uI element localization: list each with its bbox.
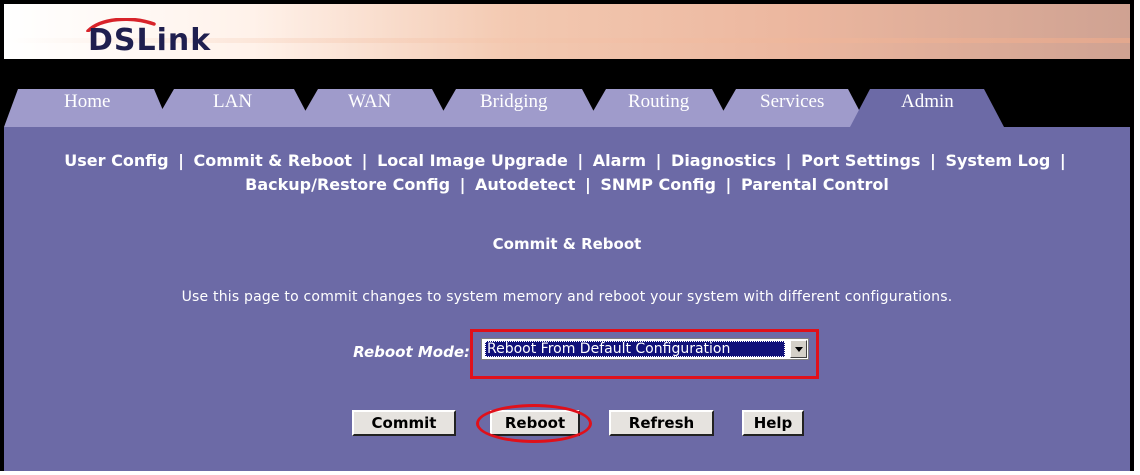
- logo-text: DSLink: [88, 23, 212, 58]
- dropdown-arrow-icon[interactable]: [790, 340, 807, 358]
- subnav-autodetect[interactable]: Autodetect: [475, 175, 575, 194]
- page-title: Commit & Reboot: [492, 235, 642, 253]
- subnav-separator: |: [725, 175, 732, 194]
- subnav-separator: |: [785, 151, 792, 170]
- subnav-system-log[interactable]: System Log: [945, 151, 1050, 170]
- content-panel: User Config | Commit & Reboot | Local Im…: [4, 127, 1130, 471]
- subnav-diagnostics[interactable]: Diagnostics: [671, 151, 776, 170]
- subnav-local-image-upgrade[interactable]: Local Image Upgrade: [377, 151, 568, 170]
- subnav-separator: |: [178, 151, 184, 170]
- tab-admin[interactable]: Admin: [901, 91, 954, 113]
- reboot-button[interactable]: Reboot: [490, 410, 580, 436]
- router-admin-window: DSLink Home LAN WAN Bridging Routing Ser…: [0, 0, 1134, 471]
- tab-lan[interactable]: LAN: [213, 91, 252, 113]
- reboot-mode-selected-value: Reboot From Default Configuration: [485, 341, 785, 357]
- subnav-parental-control[interactable]: Parental Control: [741, 175, 889, 194]
- tab-shapes: [4, 89, 1004, 127]
- help-button[interactable]: Help: [742, 410, 804, 436]
- subnav-port-settings[interactable]: Port Settings: [801, 151, 920, 170]
- subnav-separator: |: [459, 175, 466, 194]
- admin-subnav: User Config | Commit & Reboot | Local Im…: [4, 149, 1130, 197]
- tab-home[interactable]: Home: [64, 91, 110, 113]
- subnav-snmp-config[interactable]: SNMP Config: [600, 175, 716, 194]
- subnav-backup-restore-config[interactable]: Backup/Restore Config: [245, 175, 450, 194]
- subnav-separator: |: [930, 151, 936, 170]
- refresh-button[interactable]: Refresh: [609, 410, 714, 436]
- subnav-separator: |: [655, 151, 662, 170]
- page-description: Use this page to commit changes to syste…: [181, 289, 953, 305]
- dslink-logo: DSLink: [84, 18, 244, 58]
- subnav-commit-reboot[interactable]: Commit & Reboot: [194, 151, 353, 170]
- tab-bridging[interactable]: Bridging: [480, 91, 548, 113]
- reboot-mode-select[interactable]: Reboot From Default Configuration: [481, 338, 809, 360]
- subnav-separator: |: [577, 151, 584, 170]
- subnav-separator: |: [1059, 151, 1066, 170]
- subnav-separator: |: [584, 175, 591, 194]
- tab-services[interactable]: Services: [760, 91, 824, 113]
- subnav-user-config[interactable]: User Config: [64, 151, 168, 170]
- tab-routing[interactable]: Routing: [628, 91, 689, 113]
- reboot-mode-label: Reboot Mode:: [353, 343, 470, 361]
- tab-wan[interactable]: WAN: [348, 91, 391, 113]
- commit-button[interactable]: Commit: [352, 410, 456, 436]
- subnav-separator: |: [361, 151, 368, 170]
- header-banner: DSLink: [4, 4, 1130, 59]
- subnav-alarm[interactable]: Alarm: [593, 151, 646, 170]
- main-tab-bar: Home LAN WAN Bridging Routing Services A…: [4, 83, 1130, 127]
